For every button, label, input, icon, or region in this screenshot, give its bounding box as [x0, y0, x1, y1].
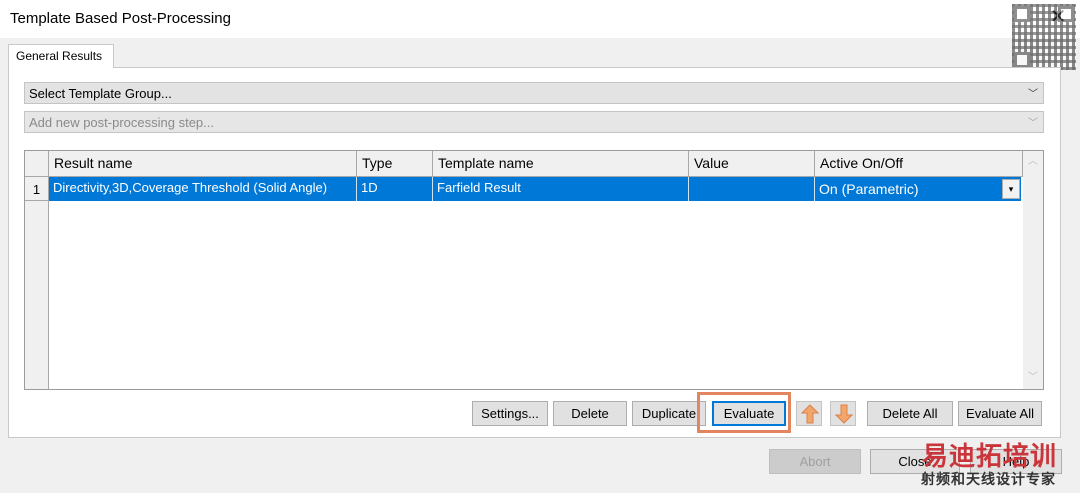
move-up-button[interactable]	[796, 401, 822, 426]
evaluate-highlight-box	[697, 392, 791, 433]
column-header-type[interactable]: Type	[357, 151, 433, 177]
abort-button[interactable]: Abort	[769, 449, 861, 474]
watermark-title: 易迪拓培训	[922, 441, 1058, 471]
title-bar: Template Based Post-Processing	[0, 0, 1080, 38]
delete-button[interactable]: Delete	[553, 401, 627, 426]
template-group-value: Select Template Group...	[29, 86, 172, 101]
cell-type[interactable]: 1D	[357, 177, 433, 201]
column-header-template-name[interactable]: Template name	[433, 151, 689, 177]
settings-button[interactable]: Settings...	[472, 401, 548, 426]
move-down-button[interactable]	[830, 401, 856, 426]
duplicate-button[interactable]: Duplicate	[632, 401, 706, 426]
arrow-up-icon	[801, 404, 819, 424]
active-dropdown-button[interactable]: ▾	[1002, 179, 1020, 199]
chevron-down-icon: ﹀	[1028, 118, 1038, 129]
template-group-select[interactable]: Select Template Group... ﹀	[24, 82, 1044, 104]
active-value: On (Parametric)	[819, 181, 919, 197]
evaluate-all-button[interactable]: Evaluate All	[958, 401, 1042, 426]
column-header-result-name[interactable]: Result name	[49, 151, 357, 177]
cell-value[interactable]	[689, 177, 815, 201]
tab-general-results[interactable]: General Results	[8, 44, 114, 68]
cell-result-name[interactable]: Directivity,3D,Coverage Threshold (Solid…	[49, 177, 357, 201]
column-header-active[interactable]: Active On/Off	[815, 151, 1023, 177]
watermark-logo: 易迪拓培训 射频和天线设计专家	[918, 436, 1078, 492]
corner-header	[25, 151, 49, 177]
vertical-scrollbar[interactable]: ︿ ﹀	[1023, 151, 1043, 389]
results-table: Result name Type Template name Value Act…	[24, 150, 1044, 390]
cell-active[interactable]: On (Parametric)	[815, 177, 1021, 201]
scroll-down-icon[interactable]: ﹀	[1023, 369, 1043, 387]
column-header-value[interactable]: Value	[689, 151, 815, 177]
delete-all-button[interactable]: Delete All	[867, 401, 953, 426]
window-title: Template Based Post-Processing	[10, 10, 231, 27]
add-step-select[interactable]: Add new post-processing step... ﹀	[24, 111, 1044, 133]
watermark-subtitle: 射频和天线设计专家	[921, 471, 1056, 487]
row-number[interactable]: 1	[25, 177, 49, 201]
scroll-up-icon[interactable]: ︿	[1023, 153, 1043, 171]
chevron-down-icon: ﹀	[1028, 89, 1038, 100]
arrow-down-icon	[835, 404, 853, 424]
qr-code-image	[1012, 4, 1076, 70]
add-step-value: Add new post-processing step...	[29, 115, 214, 130]
cell-template-name[interactable]: Farfield Result	[433, 177, 689, 201]
